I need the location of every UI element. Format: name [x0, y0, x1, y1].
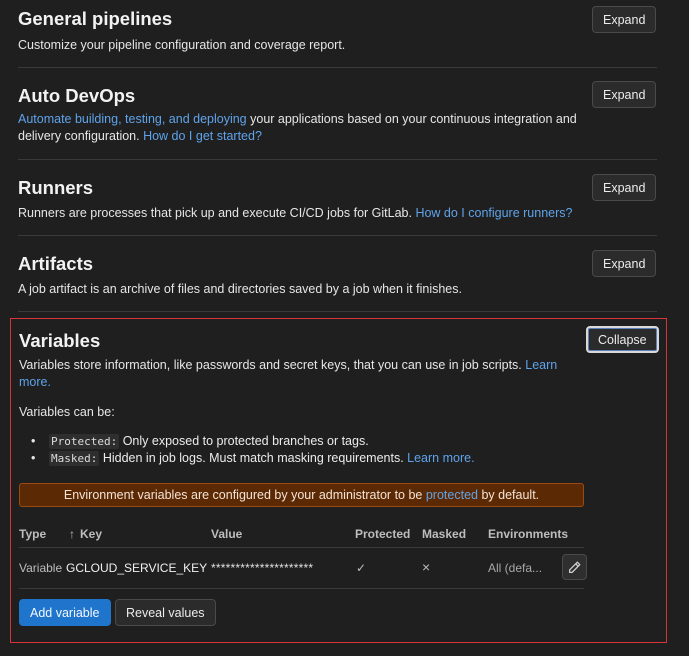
protected-check-icon: ✓ [356, 561, 367, 575]
divider [18, 311, 657, 312]
expand-button[interactable]: Expand [592, 6, 657, 33]
section-title: Auto DevOps [18, 85, 136, 106]
cell-type: Variable [19, 561, 63, 575]
variable-types-list: Protected: Only exposed to protected bra… [31, 433, 475, 467]
configure-runners-link[interactable]: How do I configure runners? [415, 206, 572, 220]
list-item: Protected: Only exposed to protected bra… [31, 433, 475, 450]
cell-environments: All (defa... [488, 561, 543, 575]
cell-value: ********************* [211, 561, 314, 575]
sort-ascending-icon: ↑ [69, 527, 75, 541]
column-header-environments[interactable]: Environments [488, 527, 568, 541]
expand-button[interactable]: Expand [592, 250, 657, 277]
expand-button[interactable]: Expand [592, 81, 657, 108]
get-started-link[interactable]: How do I get started? [143, 129, 262, 143]
section-general-pipelines: General pipelines Expand Customize your … [0, 0, 657, 68]
list-item: Masked: Hidden in job logs. Must match m… [31, 450, 475, 467]
section-title: Runners [18, 177, 94, 198]
description-text: Variables store information, like passwo… [19, 358, 526, 372]
edit-variable-button[interactable] [562, 554, 587, 580]
column-header-masked[interactable]: Masked [422, 527, 466, 541]
collapse-button[interactable]: Collapse [586, 326, 659, 353]
column-header-key-label: Key [80, 527, 103, 541]
column-header-value[interactable]: Value [211, 527, 242, 541]
variables-can-be-label: Variables can be: [19, 405, 115, 419]
section-description: Variables store information, like passwo… [19, 357, 579, 391]
section-description: Runners are processes that pick up and e… [18, 205, 657, 222]
section-title: General pipelines [18, 8, 173, 29]
section-variables: Variables Collapse Variables store infor… [10, 318, 667, 643]
section-auto-devops: Auto DevOps Expand Automate building, te… [0, 68, 657, 160]
table-row-divider [19, 588, 584, 589]
add-variable-button[interactable]: Add variable [19, 599, 111, 626]
section-title: Variables [19, 330, 101, 351]
protected-code: Protected: [49, 434, 120, 449]
alert-text: Environment variables are configured by … [63, 488, 426, 502]
section-artifacts: Artifacts Expand A job artifact is an ar… [0, 236, 657, 312]
masking-learn-more-link[interactable]: Learn more. [407, 451, 474, 465]
masked-x-icon: × [422, 559, 431, 575]
cell-key[interactable]: GCLOUD_SERVICE_KEY [66, 561, 207, 575]
list-item-text: Only exposed to protected branches or ta… [119, 434, 369, 448]
expand-button[interactable]: Expand [592, 174, 657, 201]
section-title: Artifacts [18, 253, 94, 274]
section-runners: Runners Expand Runners are processes tha… [0, 160, 657, 236]
table-header-divider [19, 547, 584, 548]
section-description: Automate building, testing, and deployin… [18, 111, 587, 145]
column-header-type[interactable]: Type [19, 527, 46, 541]
masked-code: Masked: [49, 451, 100, 466]
pencil-icon [568, 561, 581, 573]
list-item-text: Hidden in job logs. Must match masking r… [99, 451, 408, 465]
column-header-key[interactable]: ↑ Key [69, 527, 102, 541]
protected-link[interactable]: protected [426, 488, 478, 502]
reveal-values-button[interactable]: Reveal values [115, 599, 216, 626]
alert-text-end: by default. [477, 488, 540, 502]
auto-devops-link[interactable]: Automate building, testing, and deployin… [18, 112, 247, 126]
environment-alert: Environment variables are configured by … [19, 483, 584, 507]
section-description: A job artifact is an archive of files an… [18, 282, 462, 296]
section-description: Customize your pipeline configuration an… [18, 38, 346, 52]
description-text: Runners are processes that pick up and e… [18, 206, 416, 220]
column-header-protected[interactable]: Protected [355, 527, 410, 541]
